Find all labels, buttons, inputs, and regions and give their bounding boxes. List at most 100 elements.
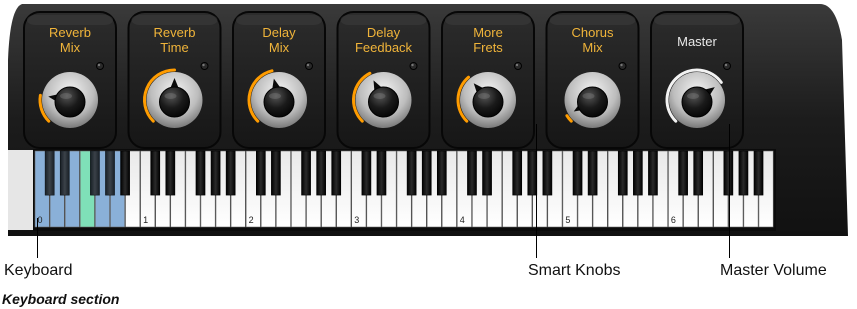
octave-label: 1 (143, 215, 148, 225)
smart-knobs-callout-line (536, 124, 537, 258)
black-key[interactable] (225, 150, 236, 196)
knob-cap (263, 86, 295, 118)
keyboard[interactable]: 0 1 2 3 4 5 6 (33, 149, 776, 231)
knob-led-shine (97, 63, 101, 67)
knob-cap (681, 86, 713, 118)
black-key[interactable] (617, 150, 628, 196)
black-key[interactable] (316, 150, 326, 196)
knob-pod-highlight (654, 15, 740, 25)
octave-label: 5 (565, 215, 570, 225)
knob-pod-highlight (27, 15, 113, 25)
knob-led-shine (202, 63, 205, 67)
knob-led (200, 62, 209, 70)
knob-delay-mix[interactable]: DelayMix (232, 11, 326, 149)
knob-cap-shine (269, 93, 281, 99)
knob-cap (472, 86, 504, 118)
black-key[interactable] (406, 150, 417, 196)
black-key[interactable] (271, 150, 281, 196)
black-key[interactable] (542, 150, 553, 196)
knob-more-frets[interactable]: MoreFrets (441, 11, 535, 149)
knob-reverb-mix[interactable]: ReverbMix (23, 11, 117, 149)
black-key[interactable] (633, 150, 643, 196)
black-key[interactable] (587, 150, 598, 196)
knob-label-line2: Frets (473, 40, 503, 55)
knob-pod-highlight (236, 15, 322, 25)
knob-cap (159, 86, 190, 118)
knob-label-line2: Feedback (355, 40, 413, 55)
knob-pod-highlight (445, 15, 531, 25)
knob-label-line2: Mix (60, 40, 81, 55)
black-key[interactable] (361, 150, 372, 196)
black-key[interactable] (120, 150, 130, 196)
knob-label-line1: Master (677, 34, 717, 49)
black-key[interactable] (210, 150, 221, 196)
black-key-tint (105, 151, 115, 196)
black-key[interactable] (301, 150, 311, 196)
black-key[interactable] (421, 150, 432, 196)
knob-label-line2: Time (160, 40, 188, 55)
knob-cap (577, 86, 608, 118)
keyboard-callout-line (37, 218, 38, 258)
knob-pod-highlight (131, 15, 218, 25)
knob-label-line1: Chorus (572, 25, 614, 40)
left-cheek (8, 150, 34, 230)
knob-led (723, 62, 731, 70)
knob-cap (54, 86, 86, 118)
black-key[interactable] (753, 150, 764, 196)
knob-led (514, 62, 522, 70)
octave-label: 2 (249, 215, 254, 225)
knob-cap-shine (373, 93, 386, 99)
knob-led-shine (724, 63, 728, 67)
black-key[interactable] (572, 150, 583, 196)
knob-label-line2: Mix (269, 40, 290, 55)
knob-cap-shine (478, 93, 490, 99)
black-key-tint (45, 151, 55, 196)
instrument-panel: Reverb Mix Reverb Time Delay Mix Delay Feedback… (8, 0, 848, 236)
knob-delay-feedback[interactable]: DelayFeedback (336, 11, 431, 149)
black-key[interactable] (436, 150, 447, 196)
knob-label-line1: Delay (367, 25, 401, 40)
black-key[interactable] (482, 150, 492, 196)
master-volume-callout: Master Volume (720, 262, 827, 279)
knob-led-shine (411, 63, 414, 67)
knob-label-line2: Mix (582, 40, 603, 55)
smart-knobs-callout: Smart Knobs (528, 262, 621, 279)
black-key[interactable] (738, 150, 749, 196)
knob-label-line1: More (473, 25, 503, 40)
knob-label-line1: Delay (262, 25, 296, 40)
black-key[interactable] (376, 150, 387, 196)
knob-led-shine (306, 63, 310, 67)
black-key[interactable] (467, 150, 477, 196)
black-key[interactable] (678, 150, 688, 196)
knob-reverb-time[interactable]: ReverbTime (127, 11, 222, 149)
knob-pod-highlight (549, 15, 636, 25)
black-key[interactable] (256, 150, 266, 196)
master-volume-callout-line (729, 124, 730, 258)
knob-cap-shine (164, 93, 177, 99)
knob-label-line1: Reverb (49, 25, 91, 40)
octave-label: 4 (460, 215, 465, 225)
black-key[interactable] (195, 150, 206, 196)
black-key[interactable] (331, 150, 342, 196)
instrument-graphic: ReverbMixReverbTimeDelayMixDelayFeedback… (8, 4, 848, 236)
keyboard-callout: Keyboard (4, 262, 73, 279)
black-key[interactable] (648, 150, 658, 196)
black-key[interactable] (693, 150, 704, 196)
knob-led (96, 62, 104, 70)
black-key-tint (60, 151, 70, 196)
knob-led (409, 62, 418, 70)
octave-label: 3 (354, 215, 359, 225)
knob-pod-highlight (340, 15, 427, 25)
knob-led-shine (515, 63, 519, 67)
knob-label-line1: Reverb (154, 25, 196, 40)
black-key-tint (90, 151, 100, 196)
smart-knobs-group: ReverbMixReverbTimeDelayMixDelayFeedback… (23, 11, 744, 149)
knob-led-shine (620, 63, 623, 67)
knob-cap (368, 86, 399, 118)
octave-label: 6 (671, 215, 676, 225)
octave-label: 0 (38, 215, 43, 225)
black-key[interactable] (165, 150, 176, 196)
black-key[interactable] (150, 150, 161, 196)
knob-chorus-mix[interactable]: ChorusMix (545, 11, 640, 149)
black-key[interactable] (512, 150, 523, 196)
